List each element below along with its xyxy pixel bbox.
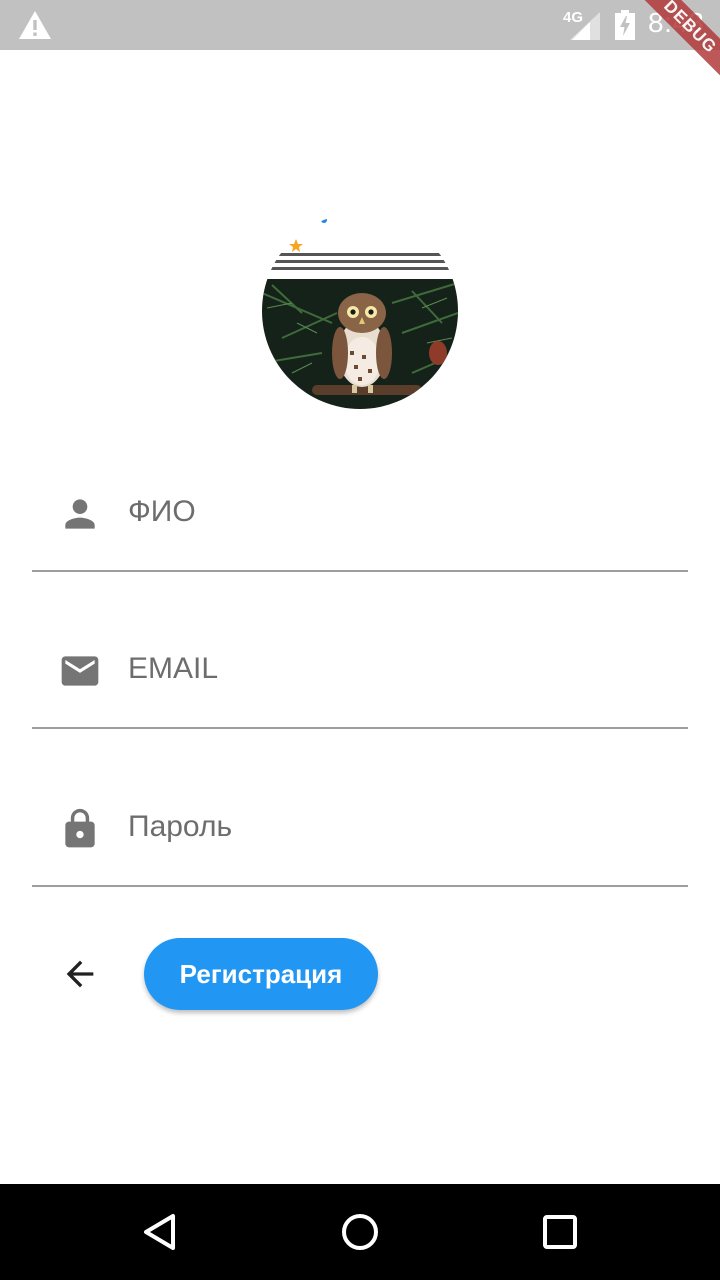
person-icon [65,499,95,529]
registration-screen: 4G 8:43 DEBUG [0,0,720,1280]
warning-icon [19,11,51,39]
system-nav-bar [0,1184,720,1280]
mail-icon [61,656,99,686]
email-field[interactable]: EMAIL [32,627,688,729]
owl-photo [262,213,458,409]
signal-icon [570,12,600,40]
register-button[interactable]: Регистрация [144,938,378,1010]
nav-back-icon [144,1214,175,1250]
back-button[interactable] [54,948,106,1000]
name-field[interactable]: ФИО [32,470,688,572]
nav-home-button[interactable] [334,1206,386,1258]
status-bar: 4G 8:43 DEBUG [0,0,720,93]
battery-charging-icon [615,10,635,40]
nav-back-button[interactable] [134,1206,186,1258]
name-field-placeholder: ФИО [128,495,196,528]
debug-banner: DEBUG [624,0,720,93]
profile-avatar[interactable] [262,213,458,409]
arrow-back-icon [66,960,94,988]
password-field[interactable]: Пароль [32,785,688,887]
password-field-placeholder: Пароль [128,810,233,843]
nav-recents-button[interactable] [534,1206,586,1258]
nav-recents-icon [543,1215,577,1249]
nav-home-icon [342,1214,378,1250]
email-field-placeholder: EMAIL [128,652,219,685]
lock-icon [65,808,95,848]
